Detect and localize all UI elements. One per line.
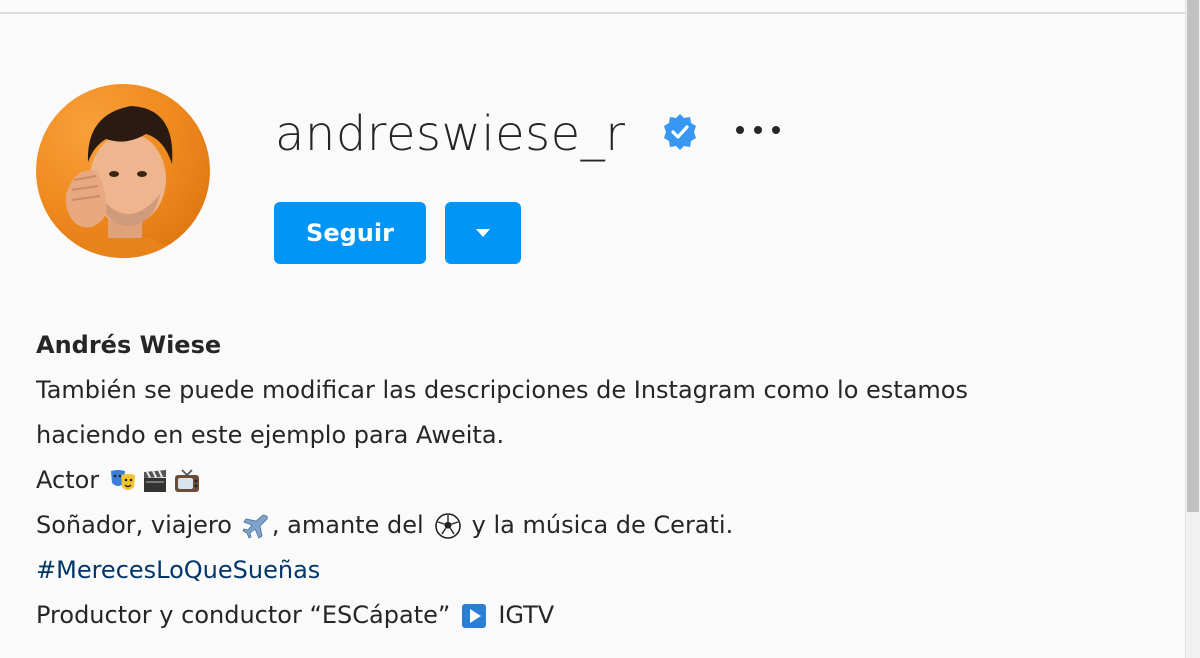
bio-text-line: haciendo en este ejemplo para Aweita. xyxy=(36,421,505,449)
bio-producer-line: Productor y conductor “ESCápate” IGTV xyxy=(36,593,1156,638)
bio-actor-line: Actor xyxy=(36,458,1156,503)
soccer-ball-icon xyxy=(434,512,462,540)
profile-bio: Andrés Wiese También se puede modificar … xyxy=(36,323,1156,638)
bio-hashtag-link[interactable]: #MerecesLoQueSueñas xyxy=(36,548,320,593)
scrollbar-thumb[interactable] xyxy=(1187,0,1199,512)
suggestions-dropdown-button[interactable] xyxy=(445,202,521,264)
bio-igtv-text: IGTV xyxy=(498,601,555,629)
bio-dreamer-text: , amante del xyxy=(271,511,424,539)
bio-producer-text: Productor y conductor “ESCápate” xyxy=(36,601,451,629)
bio-hashtag-line: #MerecesLoQueSueñas xyxy=(36,548,1156,593)
follow-button[interactable]: Seguir xyxy=(274,202,426,264)
clapper-board-icon xyxy=(141,467,169,495)
profile-display-name: Andrés Wiese xyxy=(36,331,222,359)
profile-username: andreswiese_r xyxy=(275,106,626,162)
bio-dreamer-text: y la música de Cerati. xyxy=(471,511,734,539)
performing-arts-icon xyxy=(109,467,137,495)
bio-dreamer-text: Soñador, viajero xyxy=(36,511,232,539)
play-button-icon xyxy=(460,602,488,630)
scrollbar[interactable] xyxy=(1185,0,1200,658)
top-divider xyxy=(0,0,1186,14)
television-icon xyxy=(173,467,201,495)
avatar[interactable] xyxy=(36,84,210,258)
bio-actor-text: Actor xyxy=(36,466,100,494)
more-options-icon[interactable] xyxy=(734,118,782,142)
bio-dreamer-line: Soñador, viajero , amante del y la músic… xyxy=(36,503,1156,548)
airplane-icon xyxy=(242,512,270,540)
bio-text-line: También se puede modificar las descripci… xyxy=(36,376,968,404)
verified-badge-icon xyxy=(660,112,700,152)
chevron-down-icon xyxy=(476,229,490,237)
